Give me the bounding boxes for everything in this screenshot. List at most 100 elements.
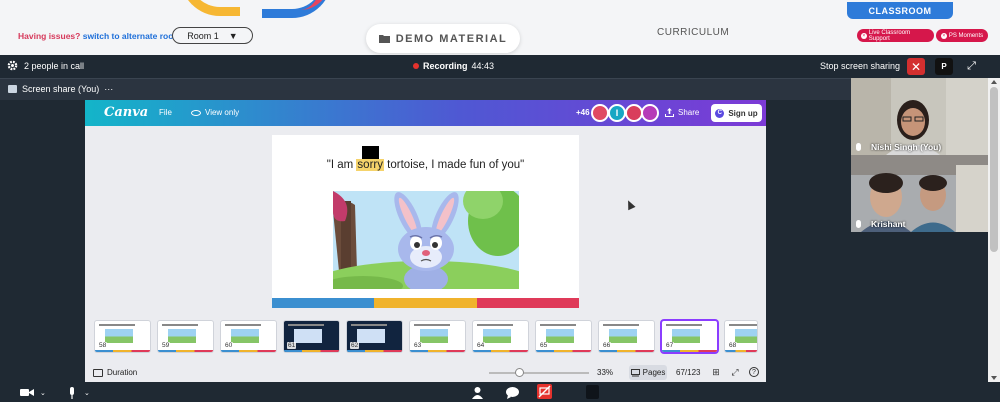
issues-label: Having issues?	[18, 31, 81, 41]
page-thumbnail[interactable]: 63	[410, 321, 465, 352]
square-icon	[586, 384, 599, 399]
extra-viewers-count: +46	[576, 108, 590, 117]
participant-p-button[interactable]: P	[935, 58, 953, 75]
page-count: 67/123	[676, 368, 701, 377]
thumbnail-stripes	[536, 350, 591, 352]
fullscreen-icon[interactable]: ⤢	[730, 367, 740, 377]
share-button[interactable]: Share	[665, 108, 699, 117]
stripe-yellow	[374, 298, 477, 308]
participants-button[interactable]	[472, 386, 483, 399]
page-thumbnail[interactable]: 65	[536, 321, 591, 352]
thumbnail-stripes	[284, 350, 339, 352]
thumbnail-stripes	[95, 350, 150, 352]
live-support-button[interactable]: × Live Classroom Support	[857, 29, 934, 42]
chat-button[interactable]	[506, 386, 519, 399]
thumbnail-title	[540, 324, 576, 326]
slide-footer-stripes	[272, 298, 579, 308]
page-thumbnail[interactable]: 68	[725, 321, 757, 352]
thumbnail-stripes	[599, 350, 654, 352]
canva-logo: Canva	[104, 105, 149, 120]
thumbnail-image	[294, 329, 322, 343]
microphone-button[interactable]: ⌄	[68, 386, 90, 399]
pages-label: Pages	[642, 368, 666, 377]
stripe-red	[476, 298, 579, 308]
gear-icon[interactable]	[7, 60, 18, 71]
shared-screen: Canva File View only +46 I Share C Sign …	[85, 100, 766, 382]
alternate-room-link[interactable]: switch to alternate room	[83, 31, 181, 41]
vertical-scrollbar[interactable]	[988, 78, 1000, 382]
duration-button[interactable]: Duration	[93, 368, 137, 377]
thumbnail-page-number: 66	[602, 342, 612, 349]
stop-sharing-button[interactable]: ✕	[907, 58, 925, 75]
help-icon[interactable]: ?	[749, 367, 759, 377]
thumbnail-page-number: 63	[413, 342, 423, 349]
record-dot-icon	[413, 63, 419, 69]
page-thumbnail[interactable]: 61	[284, 321, 339, 352]
scrollbar-thumb[interactable]	[990, 87, 998, 252]
page-thumbnail[interactable]: 59	[158, 321, 213, 352]
thumbnail-title	[225, 324, 261, 326]
file-menu[interactable]: File	[159, 108, 172, 117]
mouse-cursor-icon	[624, 198, 636, 211]
share-label: Share	[678, 108, 700, 117]
avatar: I	[608, 104, 626, 122]
call-toolbar: 2 people in call Recording 44:43 Stop sc…	[0, 55, 1000, 78]
thumbnail-image	[672, 329, 700, 343]
logo-decoration	[180, 0, 240, 16]
sign-up-button[interactable]: C Sign up	[711, 104, 762, 122]
curriculum-tab[interactable]: CURRICULUM	[657, 27, 729, 38]
room-select[interactable]: Room 1 ▼	[172, 27, 253, 44]
avatar	[591, 104, 609, 122]
screen-icon	[8, 85, 17, 93]
participant-name-label: Krishant	[871, 219, 906, 229]
thumbnail-image	[735, 329, 757, 343]
thumbnail-image	[420, 329, 448, 343]
chevron-down-icon[interactable]: ⌄	[40, 389, 46, 397]
demo-material-button[interactable]: DEMO MATERIAL	[366, 24, 520, 53]
pages-icon	[630, 368, 640, 376]
grid-view-icon[interactable]: ⊞	[711, 367, 721, 377]
more-controls-button[interactable]	[586, 384, 599, 399]
scroll-up-icon[interactable]	[991, 80, 997, 84]
thumbnail-stripes	[662, 350, 717, 352]
top-header: Having issues? switch to alternate room …	[0, 0, 1000, 55]
zoom-slider-handle[interactable]	[515, 368, 524, 377]
expand-icon[interactable]: ⤢	[964, 59, 979, 74]
microphone-icon	[70, 386, 74, 399]
thumbnail-page-number: 68	[728, 342, 738, 349]
thumbnail-title	[288, 324, 324, 326]
page-thumbnail[interactable]: 67	[662, 321, 717, 352]
classroom-tab[interactable]: CLASSROOM	[847, 2, 953, 19]
participant-tile[interactable]: Krishant	[851, 155, 988, 232]
thumbnail-title	[99, 324, 135, 326]
thumbnail-image	[168, 329, 196, 343]
more-options-icon[interactable]: ···	[104, 84, 113, 94]
thumbnail-image	[546, 329, 574, 343]
page-thumbnail[interactable]: 62	[347, 321, 402, 352]
canva-bottom-bar: Duration 33% Pages 67/123 ⊞ ⤢ ?	[85, 362, 766, 382]
chevron-down-icon[interactable]: ⌄	[84, 389, 90, 397]
participant-name: Krishant	[856, 219, 905, 229]
page-thumbnail[interactable]: 58	[95, 321, 150, 352]
view-only-button[interactable]: View only	[191, 108, 239, 117]
ps-moments-button[interactable]: × PS Moments	[936, 29, 988, 42]
screen-share-toggle-button[interactable]	[537, 384, 552, 399]
canva-toolbar: Canva File View only +46 I Share C Sign …	[85, 100, 766, 126]
page-thumbnail[interactable]: 66	[599, 321, 654, 352]
caption-text: "I am	[326, 159, 357, 171]
page-thumbnail[interactable]: 64	[473, 321, 528, 352]
thumbnail-page-number: 61	[287, 342, 297, 349]
thumbnail-stripes	[221, 350, 276, 352]
thumbnail-page-number: 65	[539, 342, 549, 349]
participant-tile[interactable]: Nishi Singh (You)	[851, 78, 988, 155]
screen-share-tab-bar: Screen share (You) ···	[0, 78, 851, 100]
logo-decoration	[262, 0, 332, 18]
zoom-slider-track[interactable]	[489, 372, 589, 374]
people-count: 2 people in call	[24, 61, 85, 71]
page-thumbnail[interactable]: 60	[221, 321, 276, 352]
scroll-down-icon[interactable]	[991, 376, 997, 380]
pages-button[interactable]: Pages	[629, 365, 667, 380]
screen-share-tab[interactable]: Screen share (You) ···	[8, 84, 113, 94]
camera-button[interactable]: ⌄	[20, 386, 46, 399]
thumbnail-image	[483, 329, 511, 343]
